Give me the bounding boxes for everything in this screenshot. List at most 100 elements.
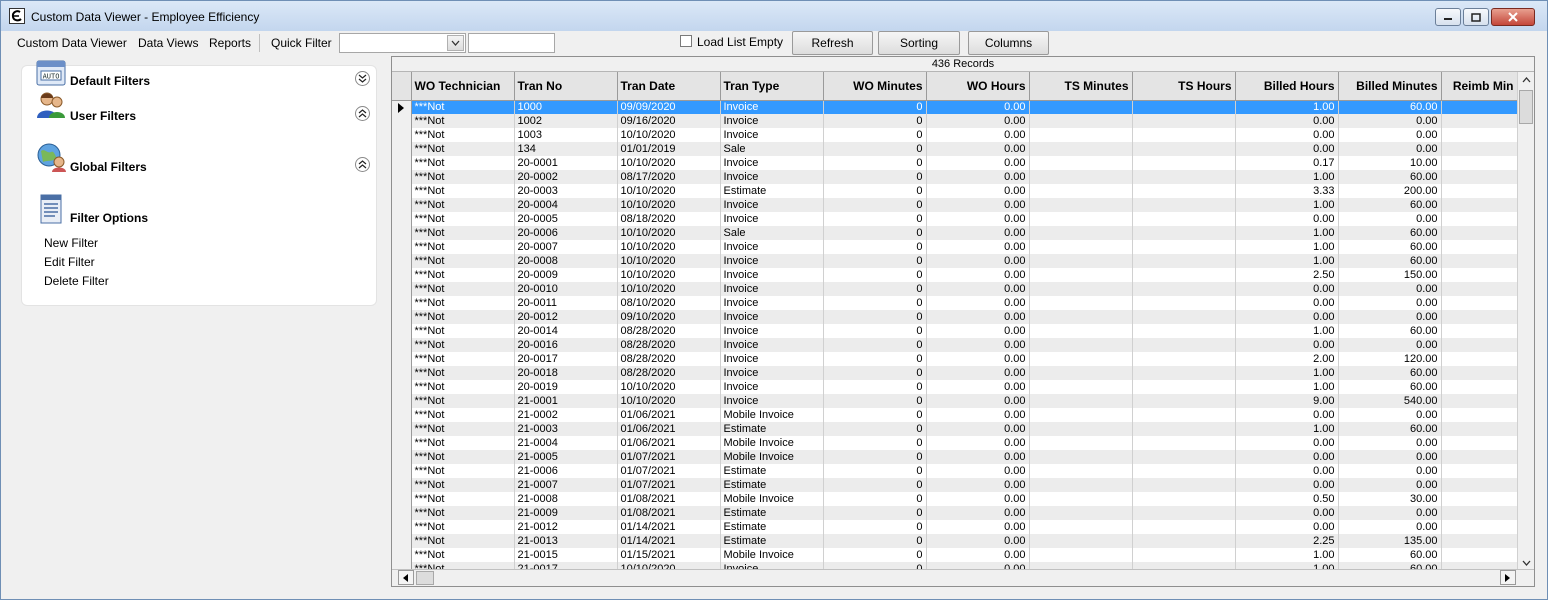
cell-tran-date[interactable]: 01/08/2021 xyxy=(617,492,721,506)
cell-ts-minutes[interactable] xyxy=(1029,114,1133,128)
cell-tran-no[interactable]: 21-0007 xyxy=(514,478,618,492)
cell-wo-technician[interactable]: ***Not xyxy=(411,380,515,394)
maximize-button[interactable] xyxy=(1463,8,1489,26)
cell-reimb-min[interactable] xyxy=(1441,492,1518,506)
table-row[interactable]: ***Not 20-0019 10/10/2020 Invoice 0 0.00 1.00 6… xyxy=(392,380,1518,394)
cell-ts-minutes[interactable] xyxy=(1029,548,1133,562)
cell-tran-no[interactable]: 20-0001 xyxy=(514,156,618,170)
cell-ts-minutes[interactable] xyxy=(1029,380,1133,394)
cell-wo-minutes[interactable]: 0 xyxy=(823,548,927,562)
table-row[interactable]: ***Not 20-0002 08/17/2020 Invoice 0 0.00 1.00 6… xyxy=(392,170,1518,184)
cell-wo-hours[interactable]: 0.00 xyxy=(926,534,1030,548)
cell-tran-date[interactable]: 08/10/2020 xyxy=(617,296,721,310)
cell-billed-hours[interactable]: 3.33 xyxy=(1235,184,1339,198)
cell-billed-hours[interactable]: 1.00 xyxy=(1235,198,1339,212)
cell-billed-hours[interactable]: 0.00 xyxy=(1235,128,1339,142)
cell-wo-hours[interactable]: 0.00 xyxy=(926,128,1030,142)
cell-reimb-min[interactable] xyxy=(1441,324,1518,338)
cell-wo-technician[interactable]: ***Not xyxy=(411,464,515,478)
cell-ts-minutes[interactable] xyxy=(1029,450,1133,464)
cell-tran-date[interactable]: 10/10/2020 xyxy=(617,380,721,394)
cell-wo-hours[interactable]: 0.00 xyxy=(926,198,1030,212)
table-row[interactable]: ***Not 21-0005 01/07/2021 Mobile Invoice 0 0.… xyxy=(392,450,1518,464)
cell-billed-hours[interactable]: 0.00 xyxy=(1235,436,1339,450)
row-indicator[interactable] xyxy=(392,268,412,282)
cell-tran-no[interactable]: 1000 xyxy=(514,100,618,114)
menu-custom-data-viewer[interactable]: Custom Data Viewer xyxy=(17,36,127,50)
table-row[interactable]: ***Not 134 01/01/2019 Sale 0 0.00 0.00 0.00 xyxy=(392,142,1518,156)
scroll-left-button[interactable] xyxy=(398,570,414,585)
cell-tran-date[interactable]: 01/14/2021 xyxy=(617,534,721,548)
cell-tran-type[interactable]: Invoice xyxy=(720,380,824,394)
table-row[interactable]: ***Not 20-0012 09/10/2020 Invoice 0 0.00 0.00 0… xyxy=(392,310,1518,324)
cell-wo-minutes[interactable]: 0 xyxy=(823,506,927,520)
cell-billed-hours[interactable]: 0.00 xyxy=(1235,464,1339,478)
cell-tran-date[interactable]: 01/06/2021 xyxy=(617,408,721,422)
cell-tran-type[interactable]: Sale xyxy=(720,226,824,240)
cell-wo-technician[interactable]: ***Not xyxy=(411,534,515,548)
cell-tran-date[interactable]: 01/08/2021 xyxy=(617,506,721,520)
row-indicator[interactable] xyxy=(392,338,412,352)
cell-wo-minutes[interactable]: 0 xyxy=(823,128,927,142)
cell-tran-type[interactable]: Invoice xyxy=(720,366,824,380)
cell-ts-hours[interactable] xyxy=(1132,282,1236,296)
table-row[interactable]: ***Not 20-0014 08/28/2020 Invoice 0 0.00 1.00 6… xyxy=(392,324,1518,338)
table-row[interactable]: ***Not 1000 09/09/2020 Invoice 0 0.00 1.00 60.0… xyxy=(392,100,1518,114)
table-row[interactable]: ***Not 20-0006 10/10/2020 Sale 0 0.00 1.00 60.0… xyxy=(392,226,1518,240)
table-row[interactable]: ***Not 20-0004 10/10/2020 Invoice 0 0.00 1.00 6… xyxy=(392,198,1518,212)
cell-reimb-min[interactable] xyxy=(1441,408,1518,422)
cell-wo-hours[interactable]: 0.00 xyxy=(926,268,1030,282)
cell-ts-minutes[interactable] xyxy=(1029,422,1133,436)
quick-filter-dropdown-button[interactable] xyxy=(447,35,464,51)
cell-tran-no[interactable]: 20-0017 xyxy=(514,352,618,366)
cell-wo-hours[interactable]: 0.00 xyxy=(926,478,1030,492)
cell-billed-hours[interactable]: 0.00 xyxy=(1235,310,1339,324)
refresh-button[interactable]: Refresh xyxy=(792,31,873,55)
cell-wo-technician[interactable]: ***Not xyxy=(411,268,515,282)
cell-wo-technician[interactable]: ***Not xyxy=(411,338,515,352)
cell-wo-hours[interactable]: 0.00 xyxy=(926,436,1030,450)
cell-wo-minutes[interactable]: 0 xyxy=(823,142,927,156)
cell-ts-minutes[interactable] xyxy=(1029,184,1133,198)
cell-tran-date[interactable]: 08/28/2020 xyxy=(617,338,721,352)
row-indicator[interactable] xyxy=(392,478,412,492)
cell-tran-no[interactable]: 21-0009 xyxy=(514,506,618,520)
cell-wo-hours[interactable]: 0.00 xyxy=(926,100,1030,114)
cell-reimb-min[interactable] xyxy=(1441,394,1518,408)
cell-wo-minutes[interactable]: 0 xyxy=(823,380,927,394)
cell-billed-hours[interactable]: 1.00 xyxy=(1235,240,1339,254)
cell-tran-no[interactable]: 20-0011 xyxy=(514,296,618,310)
cell-tran-type[interactable]: Invoice xyxy=(720,254,824,268)
cell-ts-minutes[interactable] xyxy=(1029,282,1133,296)
cell-billed-minutes[interactable]: 0.00 xyxy=(1338,212,1442,226)
cell-ts-hours[interactable] xyxy=(1132,240,1236,254)
user-filters-label[interactable]: User Filters xyxy=(70,109,136,123)
cell-wo-technician[interactable]: ***Not xyxy=(411,478,515,492)
row-indicator[interactable] xyxy=(392,492,412,506)
row-indicator[interactable] xyxy=(392,408,412,422)
cell-ts-minutes[interactable] xyxy=(1029,352,1133,366)
cell-billed-minutes[interactable]: 0.00 xyxy=(1338,520,1442,534)
cell-billed-minutes[interactable]: 60.00 xyxy=(1338,198,1442,212)
cell-reimb-min[interactable] xyxy=(1441,114,1518,128)
cell-tran-date[interactable]: 01/14/2021 xyxy=(617,520,721,534)
cell-tran-type[interactable]: Invoice xyxy=(720,212,824,226)
cell-ts-minutes[interactable] xyxy=(1029,338,1133,352)
cell-tran-type[interactable]: Invoice xyxy=(720,310,824,324)
cell-reimb-min[interactable] xyxy=(1441,156,1518,170)
cell-reimb-min[interactable] xyxy=(1441,380,1518,394)
cell-ts-hours[interactable] xyxy=(1132,226,1236,240)
cell-reimb-min[interactable] xyxy=(1441,212,1518,226)
row-indicator[interactable] xyxy=(392,282,412,296)
cell-wo-minutes[interactable]: 0 xyxy=(823,156,927,170)
cell-wo-hours[interactable]: 0.00 xyxy=(926,212,1030,226)
cell-wo-hours[interactable]: 0.00 xyxy=(926,184,1030,198)
column-header-wo-technician[interactable]: WO Technician xyxy=(411,72,515,101)
cell-billed-hours[interactable]: 1.00 xyxy=(1235,170,1339,184)
cell-wo-technician[interactable]: ***Not xyxy=(411,324,515,338)
row-indicator[interactable] xyxy=(392,198,412,212)
cell-wo-hours[interactable]: 0.00 xyxy=(926,338,1030,352)
cell-billed-hours[interactable]: 0.00 xyxy=(1235,212,1339,226)
cell-billed-minutes[interactable]: 0.00 xyxy=(1338,464,1442,478)
cell-billed-minutes[interactable]: 60.00 xyxy=(1338,422,1442,436)
